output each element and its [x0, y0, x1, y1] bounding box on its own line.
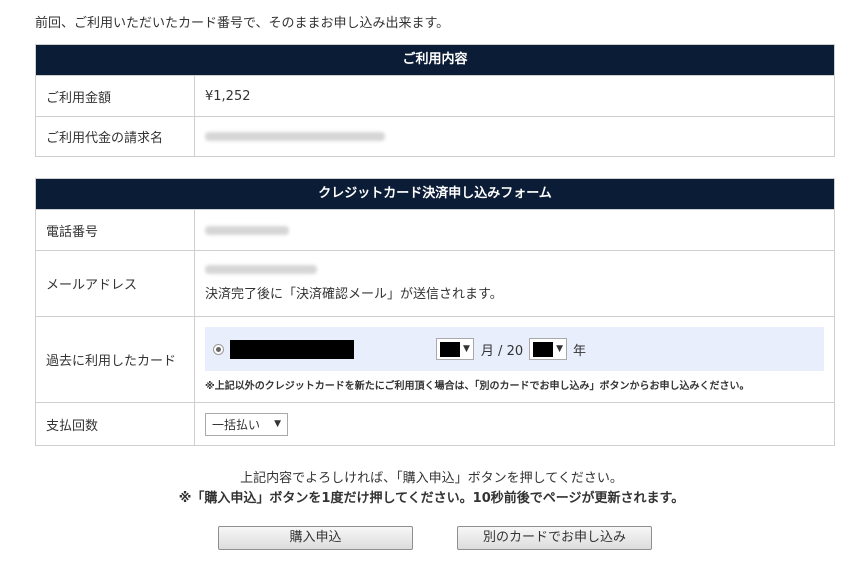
card-number-masked — [230, 339, 354, 359]
saved-card-option: ▼ 月 / 20 ▼ 年 — [205, 327, 824, 371]
card-note: ※上記以外のクレジットカードを新たにご利用頂く場合は、「別のカードでお申し込み」… — [205, 381, 750, 392]
expiry-year-select[interactable]: ▼ — [529, 338, 568, 360]
email-value-redacted — [205, 265, 317, 274]
credit-card-form: クレジットカード決済申し込みフォーム 電話番号 メールアドレス 決済完了後に「決… — [35, 178, 835, 446]
installment-select[interactable]: 一括払い ▼ — [205, 412, 288, 436]
amount-value: ¥1,252 — [205, 88, 251, 104]
amount-label: ご利用金額 — [36, 76, 195, 116]
chevron-down-icon: ▼ — [556, 344, 564, 354]
table-row: ご利用金額 ¥1,252 — [36, 75, 834, 116]
installment-label: 支払回数 — [36, 403, 195, 445]
month-unit: 月 / 20 — [480, 343, 524, 359]
table-row: 過去に利用したカード ▼ 月 / 20 ▼ 年 ※上記以外のクレジットカードを新… — [36, 316, 834, 402]
usage-table: ご利用内容 ご利用金額 ¥1,252 ご利用代金の請求名 — [35, 44, 835, 157]
usage-header: ご利用内容 — [36, 45, 834, 75]
phone-value-redacted — [205, 225, 289, 235]
saved-card-radio[interactable] — [213, 343, 224, 355]
chevron-down-icon: ▼ — [274, 419, 281, 429]
purchase-button[interactable]: 購入申込 — [218, 526, 413, 550]
email-label: メールアドレス — [36, 251, 195, 316]
other-card-button[interactable]: 別のカードでお申し込み — [457, 526, 652, 550]
expiry-month-select[interactable]: ▼ — [436, 338, 474, 360]
saved-card-label: 過去に利用したカード — [36, 317, 195, 402]
chevron-down-icon: ▼ — [463, 344, 470, 354]
intro-text: 前回、ご利用いただいたカード番号で、そのままお申し込み出来ます。 — [35, 16, 450, 31]
email-note: 決済完了後に「決済確認メール」が送信されます。 — [205, 287, 503, 302]
form-header: クレジットカード決済申し込みフォーム — [36, 179, 834, 209]
billing-name-label: ご利用代金の請求名 — [36, 117, 195, 156]
warning-text: ※「購入申込」ボタンを1度だけ押してください。10秒前後でページが更新されます。 — [178, 491, 685, 506]
table-row: ご利用代金の請求名 — [36, 116, 834, 156]
installment-selected: 一括払い — [212, 417, 261, 432]
table-row: メールアドレス 決済完了後に「決済確認メール」が送信されます。 — [36, 250, 834, 316]
confirm-text: 上記内容でよろしければ、「購入申込」ボタンを押してください。 — [240, 471, 623, 486]
table-row: 電話番号 — [36, 209, 834, 250]
billing-name-redacted — [205, 132, 385, 141]
year-unit: 年 — [573, 343, 587, 359]
table-row: 支払回数 一括払い ▼ — [36, 402, 834, 445]
phone-label: 電話番号 — [36, 210, 195, 250]
